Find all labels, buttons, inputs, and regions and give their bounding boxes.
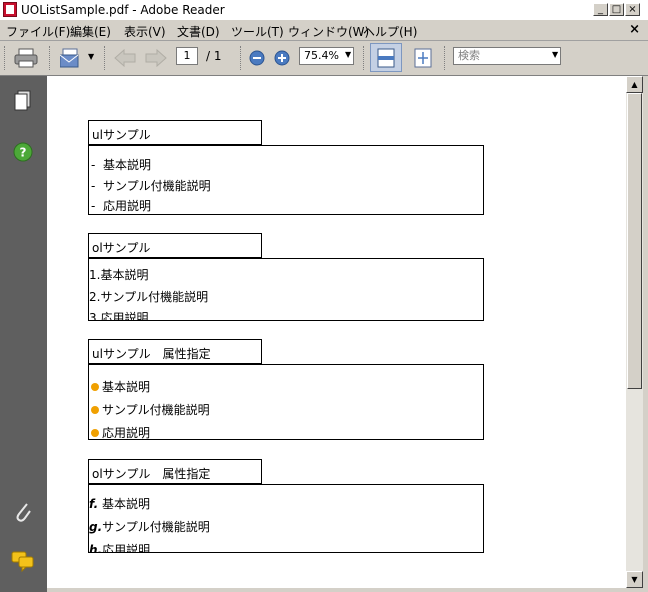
list-marker: 3.	[89, 311, 101, 320]
list-caption: ulサンプル	[88, 120, 262, 145]
svg-text:?: ?	[20, 146, 27, 160]
list-item: 応用説明	[91, 424, 150, 441]
page-total: / 1	[206, 49, 222, 63]
list-item: 1.基本説明	[89, 268, 149, 282]
adobe-reader-icon	[3, 2, 17, 17]
menu-tools[interactable]: ツール(T)	[231, 23, 284, 40]
list-item: - サンプル付機能説明	[91, 179, 211, 193]
menu-view[interactable]: 表示(V)	[124, 23, 166, 40]
list-item: - 応用説明	[91, 199, 151, 213]
list-item: 2.サンプル付機能説明	[89, 290, 209, 304]
toolbar-grip	[444, 46, 448, 70]
list-marker: 1.	[89, 268, 101, 282]
ul-list-styled: 基本説明 サンプル付機能説明 応用説明	[88, 364, 484, 440]
zoom-dropdown-icon[interactable]: ▼	[345, 50, 351, 59]
scrollbar-thumb[interactable]	[627, 93, 642, 389]
menu-help[interactable]: ヘルプ(H)	[363, 23, 417, 40]
title-bar: UOListSample.pdf - Adobe Reader _ □ ×	[0, 0, 648, 20]
toolbar-grip	[363, 46, 367, 70]
list-item: 3.応用説明	[89, 309, 148, 320]
forward-arrow-icon[interactable]	[145, 49, 167, 67]
menu-window[interactable]: ウィンドウ(W)	[288, 23, 369, 40]
bullet-icon	[91, 383, 99, 391]
list-item: f. 基本説明	[89, 497, 150, 511]
list-item: h.応用説明	[89, 541, 150, 553]
minimize-button[interactable]: _	[593, 3, 608, 16]
search-input[interactable]: 検索	[453, 47, 561, 65]
toolbar-grip	[240, 46, 244, 70]
list-marker: g.	[89, 520, 103, 534]
zoom-out-icon[interactable]	[249, 50, 265, 66]
menu-bar: ファイル(F) 編集(E) 表示(V) 文書(D) ツール(T) ウィンドウ(W…	[0, 20, 648, 41]
list-item: - 基本説明	[91, 158, 151, 172]
toolbar-grip	[104, 46, 108, 70]
bullet-icon	[91, 429, 99, 437]
list-caption: olサンプル	[88, 233, 262, 258]
help-icon[interactable]: ?	[13, 142, 33, 162]
ul-list: - 基本説明 - サンプル付機能説明 - 応用説明	[88, 145, 484, 215]
list-item: g.サンプル付機能説明	[89, 520, 210, 534]
list-marker: f.	[89, 497, 99, 511]
list-marker: 2.	[89, 290, 101, 304]
pages-icon[interactable]	[14, 90, 32, 112]
print-icon[interactable]	[13, 48, 39, 68]
zoom-in-icon[interactable]	[274, 50, 290, 66]
ol-list: 1.基本説明 2.サンプル付機能説明 3.応用説明	[88, 258, 484, 321]
close-document-icon[interactable]: ×	[629, 22, 640, 37]
list-caption: olサンプル 属性指定	[88, 459, 262, 484]
back-arrow-icon[interactable]	[114, 49, 136, 67]
window-title: UOListSample.pdf - Adobe Reader	[21, 3, 225, 17]
list-marker: -	[91, 158, 96, 172]
navigation-panel: ?	[0, 76, 47, 592]
search-dropdown-icon[interactable]: ▼	[552, 50, 558, 59]
bullet-icon	[91, 406, 99, 414]
menu-edit[interactable]: 編集(E)	[70, 23, 111, 40]
toolbar-grip	[4, 46, 8, 70]
chevron-down-icon[interactable]: ▼	[88, 52, 94, 61]
email-icon[interactable]	[60, 47, 84, 69]
document-view[interactable]: ulサンプル - 基本説明 - サンプル付機能説明 - 応用説明 olサンプル …	[47, 76, 626, 588]
menu-file[interactable]: ファイル(F)	[6, 23, 70, 40]
scroll-down-icon[interactable]: ▼	[626, 571, 643, 588]
attachment-icon[interactable]	[13, 500, 33, 524]
list-item: サンプル付機能説明	[91, 401, 210, 418]
fit-page-icon[interactable]	[414, 48, 432, 68]
close-window-button[interactable]: ×	[625, 3, 640, 16]
list-item: 基本説明	[91, 378, 150, 395]
toolbar-grip	[49, 46, 53, 70]
page-number-input[interactable]: 1	[176, 47, 198, 65]
list-marker: -	[91, 179, 96, 193]
scroll-up-icon[interactable]: ▲	[626, 76, 643, 93]
menu-document[interactable]: 文書(D)	[177, 23, 220, 40]
list-marker: h.	[89, 543, 103, 553]
fit-width-button[interactable]	[370, 43, 402, 72]
maximize-button[interactable]: □	[609, 3, 624, 16]
fit-width-icon	[377, 48, 395, 68]
ol-list-styled: f. 基本説明 g.サンプル付機能説明 h.応用説明	[88, 484, 484, 553]
list-caption: ulサンプル 属性指定	[88, 339, 262, 364]
comments-icon[interactable]	[11, 550, 35, 572]
list-marker: -	[91, 199, 96, 213]
